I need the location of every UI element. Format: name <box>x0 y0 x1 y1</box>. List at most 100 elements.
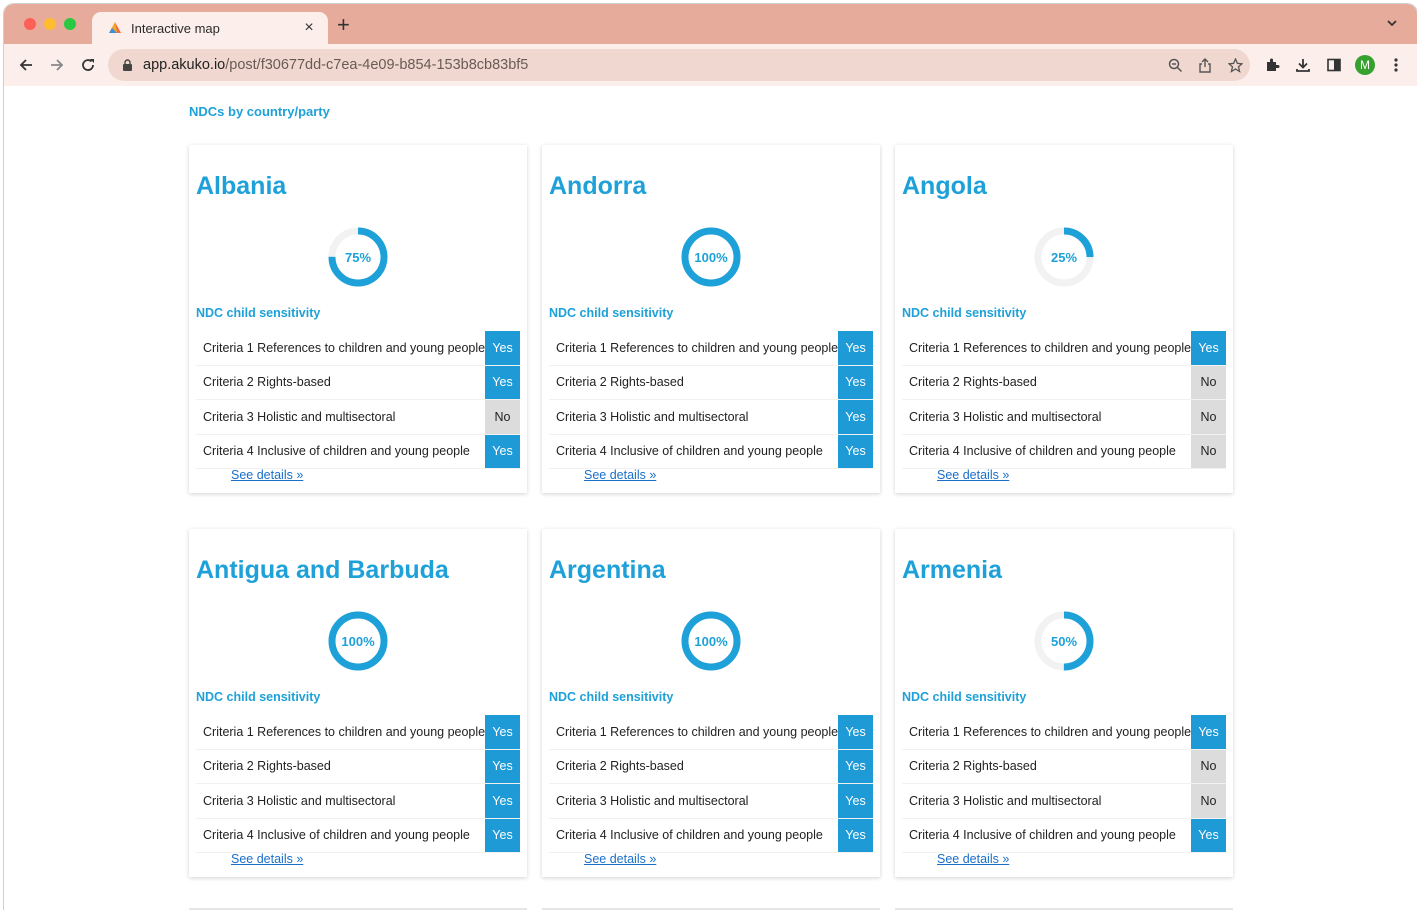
maximize-window-button[interactable] <box>64 18 76 30</box>
criteria-value-badge: No <box>1191 365 1226 399</box>
country-card: Andorra 100% NDC child sensitivity Criteria… <box>542 145 880 493</box>
criteria-row: Criteria 4 Inclusive of children and you… <box>196 434 520 469</box>
criteria-label: Criteria 2 Rights-based <box>556 759 684 774</box>
criteria-row: Criteria 2 Rights-based Yes <box>549 749 873 784</box>
criteria-label: Criteria 1 References to children and yo… <box>203 724 486 739</box>
criteria-label: Criteria 4 Inclusive of children and you… <box>909 444 1176 459</box>
profile-avatar[interactable]: M <box>1353 53 1377 77</box>
extensions-icon[interactable] <box>1260 53 1284 77</box>
criteria-table: Criteria 1 References to children and yo… <box>196 331 520 469</box>
criteria-row: Criteria 4 Inclusive of children and you… <box>196 818 520 853</box>
criteria-value-badge: Yes <box>485 331 520 365</box>
criteria-label: Criteria 1 References to children and yo… <box>556 340 839 355</box>
criteria-row: Criteria 4 Inclusive of children and you… <box>902 818 1226 853</box>
criteria-label: Criteria 2 Rights-based <box>203 759 331 774</box>
active-tab[interactable]: Interactive map × <box>92 12 328 44</box>
criteria-value-badge: No <box>1191 400 1226 434</box>
tab-close-icon[interactable]: × <box>300 19 318 37</box>
criteria-value-badge: Yes <box>838 400 873 434</box>
browser-toolbar: app.akuko.io/post/f30677dd-c7ea-4e09-b85… <box>4 44 1417 87</box>
tab-strip: Interactive map × + <box>4 4 1417 44</box>
criteria-value-badge: Yes <box>485 365 520 399</box>
criteria-row: Criteria 2 Rights-based No <box>902 365 1226 400</box>
percent-label: 100% <box>694 633 728 649</box>
criteria-row: Criteria 3 Holistic and multisectoral No <box>902 784 1226 819</box>
akuko-favicon <box>108 21 122 35</box>
chevron-down-icon[interactable] <box>1385 16 1399 35</box>
country-title: Angola <box>902 172 987 200</box>
address-bar[interactable]: app.akuko.io/post/f30677dd-c7ea-4e09-b85… <box>108 49 1250 81</box>
country-card: Armenia 50% NDC child sensitivity Criteria … <box>895 529 1233 877</box>
criteria-row: Criteria 1 References to children and yo… <box>549 715 873 750</box>
share-icon[interactable] <box>1190 57 1220 73</box>
criteria-label: Criteria 3 Holistic and multisectoral <box>909 793 1102 808</box>
criteria-value-badge: Yes <box>1191 331 1226 365</box>
criteria-value-badge: No <box>1191 434 1226 468</box>
percent-label: 100% <box>341 633 375 649</box>
criteria-label: Criteria 4 Inclusive of children and you… <box>909 828 1176 843</box>
avatar: M <box>1355 55 1375 75</box>
back-arrow-icon[interactable] <box>14 53 38 77</box>
country-title: Antigua and Barbuda <box>196 556 449 584</box>
criteria-row: Criteria 4 Inclusive of children and you… <box>549 434 873 469</box>
new-tab-button[interactable]: + <box>337 14 350 36</box>
criteria-value-badge: Yes <box>1191 818 1226 852</box>
zoom-icon[interactable] <box>1160 58 1190 73</box>
see-details-link[interactable]: See details » <box>584 468 656 482</box>
country-title: Armenia <box>902 556 1003 584</box>
tab-title: Interactive map <box>131 20 220 36</box>
criteria-row: Criteria 2 Rights-based Yes <box>196 365 520 400</box>
criteria-label: Criteria 4 Inclusive of children and you… <box>556 828 823 843</box>
criteria-label: Criteria 2 Rights-based <box>909 759 1037 774</box>
country-card: Angola 25% NDC child sensitivity Criteria 1… <box>895 145 1233 493</box>
ndcs-by-country-link[interactable]: NDCs by country/party <box>189 104 330 119</box>
percent-label: 100% <box>694 249 728 265</box>
country-title: Argentina <box>549 556 666 584</box>
url-text[interactable]: app.akuko.io/post/f30677dd-c7ea-4e09-b85… <box>143 57 1160 73</box>
country-title: Andorra <box>549 172 647 200</box>
criteria-value-badge: No <box>1191 784 1226 818</box>
see-details-link[interactable]: See details » <box>584 852 656 866</box>
criteria-row: Criteria 2 Rights-based Yes <box>549 365 873 400</box>
criteria-row: Criteria 2 Rights-based Yes <box>196 749 520 784</box>
criteria-row: Criteria 3 Holistic and multisectoral Yes <box>549 784 873 819</box>
browser-window: Interactive map × + app.akuko.io/post/f3… <box>4 4 1417 910</box>
see-details-link[interactable]: See details » <box>937 468 1009 482</box>
lock-icon[interactable] <box>122 58 133 72</box>
criteria-label: Criteria 3 Holistic and multisectoral <box>556 793 749 808</box>
criteria-label: Criteria 1 References to children and yo… <box>909 724 1192 739</box>
criteria-label: Criteria 4 Inclusive of children and you… <box>203 444 470 459</box>
criteria-value-badge: Yes <box>838 784 873 818</box>
criteria-label: Criteria 1 References to children and yo… <box>909 340 1192 355</box>
criteria-table: Criteria 1 References to children and yo… <box>549 715 873 853</box>
criteria-value-badge: Yes <box>1191 715 1226 749</box>
sidepanel-icon[interactable] <box>1322 53 1346 77</box>
criteria-label: Criteria 2 Rights-based <box>556 375 684 390</box>
criteria-label: Criteria 1 References to children and yo… <box>203 340 486 355</box>
close-window-button[interactable] <box>24 18 36 30</box>
criteria-label: Criteria 4 Inclusive of children and you… <box>203 828 470 843</box>
section-title: NDC child sensitivity <box>196 690 321 704</box>
see-details-link[interactable]: See details » <box>231 468 303 482</box>
reload-icon[interactable] <box>76 53 100 77</box>
star-icon[interactable] <box>1220 57 1250 73</box>
forward-arrow-icon[interactable] <box>45 53 69 77</box>
criteria-value-badge: Yes <box>838 434 873 468</box>
minimize-window-button[interactable] <box>44 18 56 30</box>
criteria-row: Criteria 3 Holistic and multisectoral Yes <box>549 400 873 435</box>
criteria-label: Criteria 3 Holistic and multisectoral <box>203 793 396 808</box>
criteria-table: Criteria 1 References to children and yo… <box>902 715 1226 853</box>
criteria-label: Criteria 3 Holistic and multisectoral <box>203 409 396 424</box>
criteria-value-badge: Yes <box>838 749 873 783</box>
criteria-row: Criteria 3 Holistic and multisectoral No <box>196 400 520 435</box>
see-details-link[interactable]: See details » <box>231 852 303 866</box>
criteria-row: Criteria 1 References to children and yo… <box>196 715 520 750</box>
download-icon[interactable] <box>1291 53 1315 77</box>
country-title: Albania <box>196 172 287 200</box>
criteria-value-badge: Yes <box>485 434 520 468</box>
criteria-label: Criteria 1 References to children and yo… <box>556 724 839 739</box>
percent-label: 25% <box>1050 249 1078 265</box>
menu-dots-icon[interactable] <box>1384 53 1408 77</box>
see-details-link[interactable]: See details » <box>937 852 1009 866</box>
criteria-row: Criteria 4 Inclusive of children and you… <box>549 818 873 853</box>
